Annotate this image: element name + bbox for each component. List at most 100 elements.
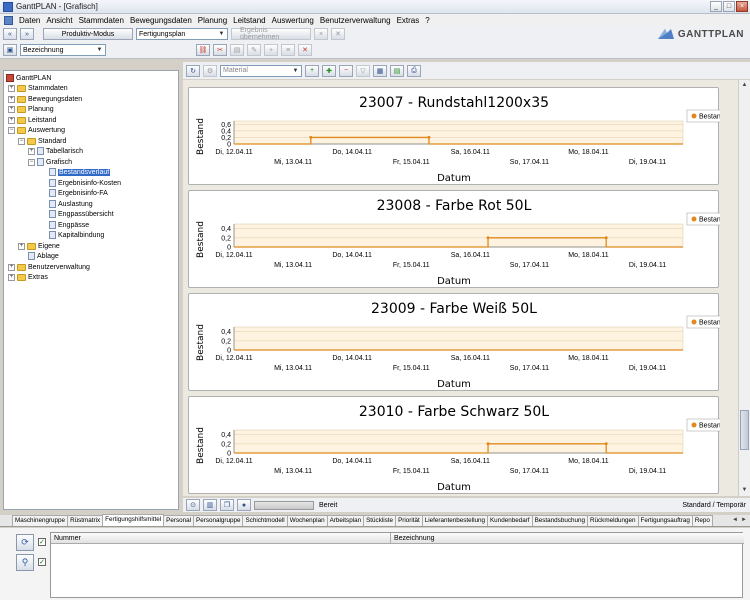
link-icon[interactable]: ⛓ <box>196 44 210 56</box>
tab-7[interactable]: Arbeitsplan <box>326 515 365 526</box>
copy-icon[interactable]: ❐ <box>220 499 234 511</box>
tab-1[interactable]: Rüstmatrix <box>67 515 104 526</box>
tree-item-auswertung[interactable]: − Auswertung <box>8 125 65 135</box>
close-icon[interactable]: × <box>314 28 328 40</box>
tree-item-tabellarisch[interactable]: + Tabellarisch <box>28 146 83 156</box>
collapse-icon[interactable]: − <box>28 158 35 166</box>
tree-item-eigene[interactable]: + Eigene <box>18 241 60 251</box>
filter-icon[interactable]: ▤ <box>230 44 244 56</box>
stop-icon[interactable]: ● <box>237 499 251 511</box>
remove-icon[interactable]: − <box>339 64 353 77</box>
document-icon[interactable] <box>4 15 13 25</box>
refresh-icon[interactable]: ↻ <box>186 64 200 77</box>
tree-item-ergebnisinfo-fa[interactable]: Ergebnisinfo-FA <box>49 188 108 198</box>
add-multiple-icon[interactable]: ✚ <box>322 64 336 77</box>
expand-icon[interactable]: + <box>8 273 15 281</box>
menu-auswertung[interactable]: Auswertung <box>269 16 317 25</box>
list-icon[interactable]: ≡ <box>281 44 295 56</box>
tab-14[interactable]: Fertigungsauftrag <box>637 515 693 526</box>
add-icon[interactable]: + <box>305 64 319 77</box>
collapse-icon[interactable]: − <box>8 126 15 134</box>
tab-5[interactable]: Schichtmodell <box>242 515 288 526</box>
menu-planung[interactable]: Planung <box>195 16 230 25</box>
menu-help[interactable]: ? <box>422 16 432 25</box>
checkbox[interactable]: ✓ <box>38 538 46 546</box>
scrollbar-thumb[interactable] <box>740 410 749 450</box>
tab-6[interactable]: Wochenplan <box>286 515 328 526</box>
tree-item-benutzerverwaltung[interactable]: + Benutzerverwaltung <box>8 262 90 272</box>
cancel-icon[interactable]: ✕ <box>331 28 345 40</box>
menu-benutzerverwaltung[interactable]: Benutzerverwaltung <box>317 16 394 25</box>
forward-icon[interactable]: » <box>20 28 34 40</box>
filter-select[interactable]: Bezeichnung ▼ <box>20 44 106 56</box>
settings-icon[interactable]: ⚙ <box>203 64 217 77</box>
expand-icon[interactable]: + <box>8 105 15 113</box>
apply-result-button[interactable]: Ergebnis übernehmen <box>231 27 311 41</box>
close-icon[interactable]: × <box>736 1 748 12</box>
menu-extras[interactable]: Extras <box>394 16 423 25</box>
zoom-icon[interactable]: ⊙ <box>186 499 200 511</box>
expand-icon[interactable]: + <box>18 242 25 250</box>
users-icon[interactable]: ▣ <box>3 44 17 56</box>
search-icon[interactable]: ⚲ <box>16 554 34 571</box>
filter-icon[interactable]: ▽ <box>356 64 370 77</box>
tab-8[interactable]: Stückliste <box>363 515 397 526</box>
menu-ansicht[interactable]: Ansicht <box>43 16 75 25</box>
tree-item-grafisch[interactable]: − Grafisch <box>28 157 72 167</box>
layout-icon[interactable]: ▥ <box>203 499 217 511</box>
edit-icon[interactable]: ✎ <box>247 44 261 56</box>
expand-icon[interactable]: + <box>8 263 15 271</box>
collapse-icon[interactable]: − <box>18 137 25 145</box>
tree-item-ablage[interactable]: Ablage <box>28 251 59 261</box>
tree-item-planung[interactable]: + Planung <box>8 104 54 114</box>
tab-9[interactable]: Priorität <box>395 515 423 526</box>
tree-item-bewegungsdaten[interactable]: + Bewegungsdaten <box>8 94 82 104</box>
mode-button[interactable]: Produktiv-Modus <box>43 28 133 40</box>
tree-item-leitstand[interactable]: + Leitstand <box>8 115 56 125</box>
scroll-up-icon[interactable]: ▲ <box>740 81 749 90</box>
back-icon[interactable]: « <box>3 28 17 40</box>
tree-item-bestandsverlauf[interactable]: Bestandsverlauf <box>49 167 111 177</box>
menu-daten[interactable]: Daten <box>16 16 43 25</box>
scroll-left-icon[interactable]: ◄ <box>731 516 739 525</box>
tab-3[interactable]: Personal <box>163 515 195 526</box>
menu-stammdaten[interactable]: Stammdaten <box>76 16 127 25</box>
scroll-right-icon[interactable]: ► <box>740 516 748 525</box>
plan-select[interactable]: Fertigungsplan ▼ <box>136 28 228 40</box>
tab-12[interactable]: Bestandsbuchung <box>531 515 588 526</box>
maximize-icon[interactable]: □ <box>723 1 735 12</box>
print-icon[interactable]: ⎙ <box>407 64 421 77</box>
tree-item-kapitalbindung[interactable]: Kapitalbindung <box>49 230 104 240</box>
minimize-icon[interactable]: _ <box>710 1 722 12</box>
tab-4[interactable]: Personalgruppe <box>193 515 244 526</box>
expand-icon[interactable]: + <box>8 116 15 124</box>
column-header-nummer[interactable]: Nummer <box>51 533 391 544</box>
tree-root[interactable]: GanttPLAN <box>6 73 51 83</box>
tab-13[interactable]: Rückmeldungen <box>586 515 639 526</box>
tab-0[interactable]: Maschinengruppe <box>12 515 69 526</box>
refresh-icon[interactable]: ⟳ <box>16 534 34 551</box>
scroll-down-icon[interactable]: ▼ <box>740 486 749 495</box>
delete-icon[interactable]: ✕ <box>298 44 312 56</box>
save-icon[interactable]: ▦ <box>373 64 387 77</box>
tree-item-standard[interactable]: − Standard <box>18 136 66 146</box>
tab-10[interactable]: Lieferantenbestellung <box>421 515 488 526</box>
tree-item-ergebnisinfo-kosten[interactable]: Ergebnisinfo-Kosten <box>49 178 121 188</box>
tab-2[interactable]: Fertigungshilfsmittel <box>102 514 165 526</box>
tree-item-engpassuebersicht[interactable]: Engpassübersicht <box>49 209 114 219</box>
column-header-bezeichnung[interactable]: Bezeichnung <box>391 533 744 544</box>
material-select[interactable]: Material ▼ <box>220 64 302 77</box>
unlink-icon[interactable]: ✂ <box>213 44 227 56</box>
expand-icon[interactable]: + <box>8 95 15 103</box>
tab-15[interactable]: Repo <box>691 515 713 526</box>
tree-item-stammdaten[interactable]: + Stammdaten <box>8 83 68 93</box>
chart-scrollbar[interactable]: ▲ ▼ <box>738 80 750 496</box>
tree-item-extras[interactable]: + Extras <box>8 272 48 282</box>
menu-bewegungsdaten[interactable]: Bewegungsdaten <box>127 16 195 25</box>
add-icon[interactable]: + <box>264 44 278 56</box>
expand-icon[interactable]: + <box>28 147 35 155</box>
expand-icon[interactable]: + <box>8 84 15 92</box>
checkbox[interactable]: ✓ <box>38 558 46 566</box>
menu-leitstand[interactable]: Leitstand <box>230 16 268 25</box>
tab-11[interactable]: Kundenbedarf <box>486 515 533 526</box>
